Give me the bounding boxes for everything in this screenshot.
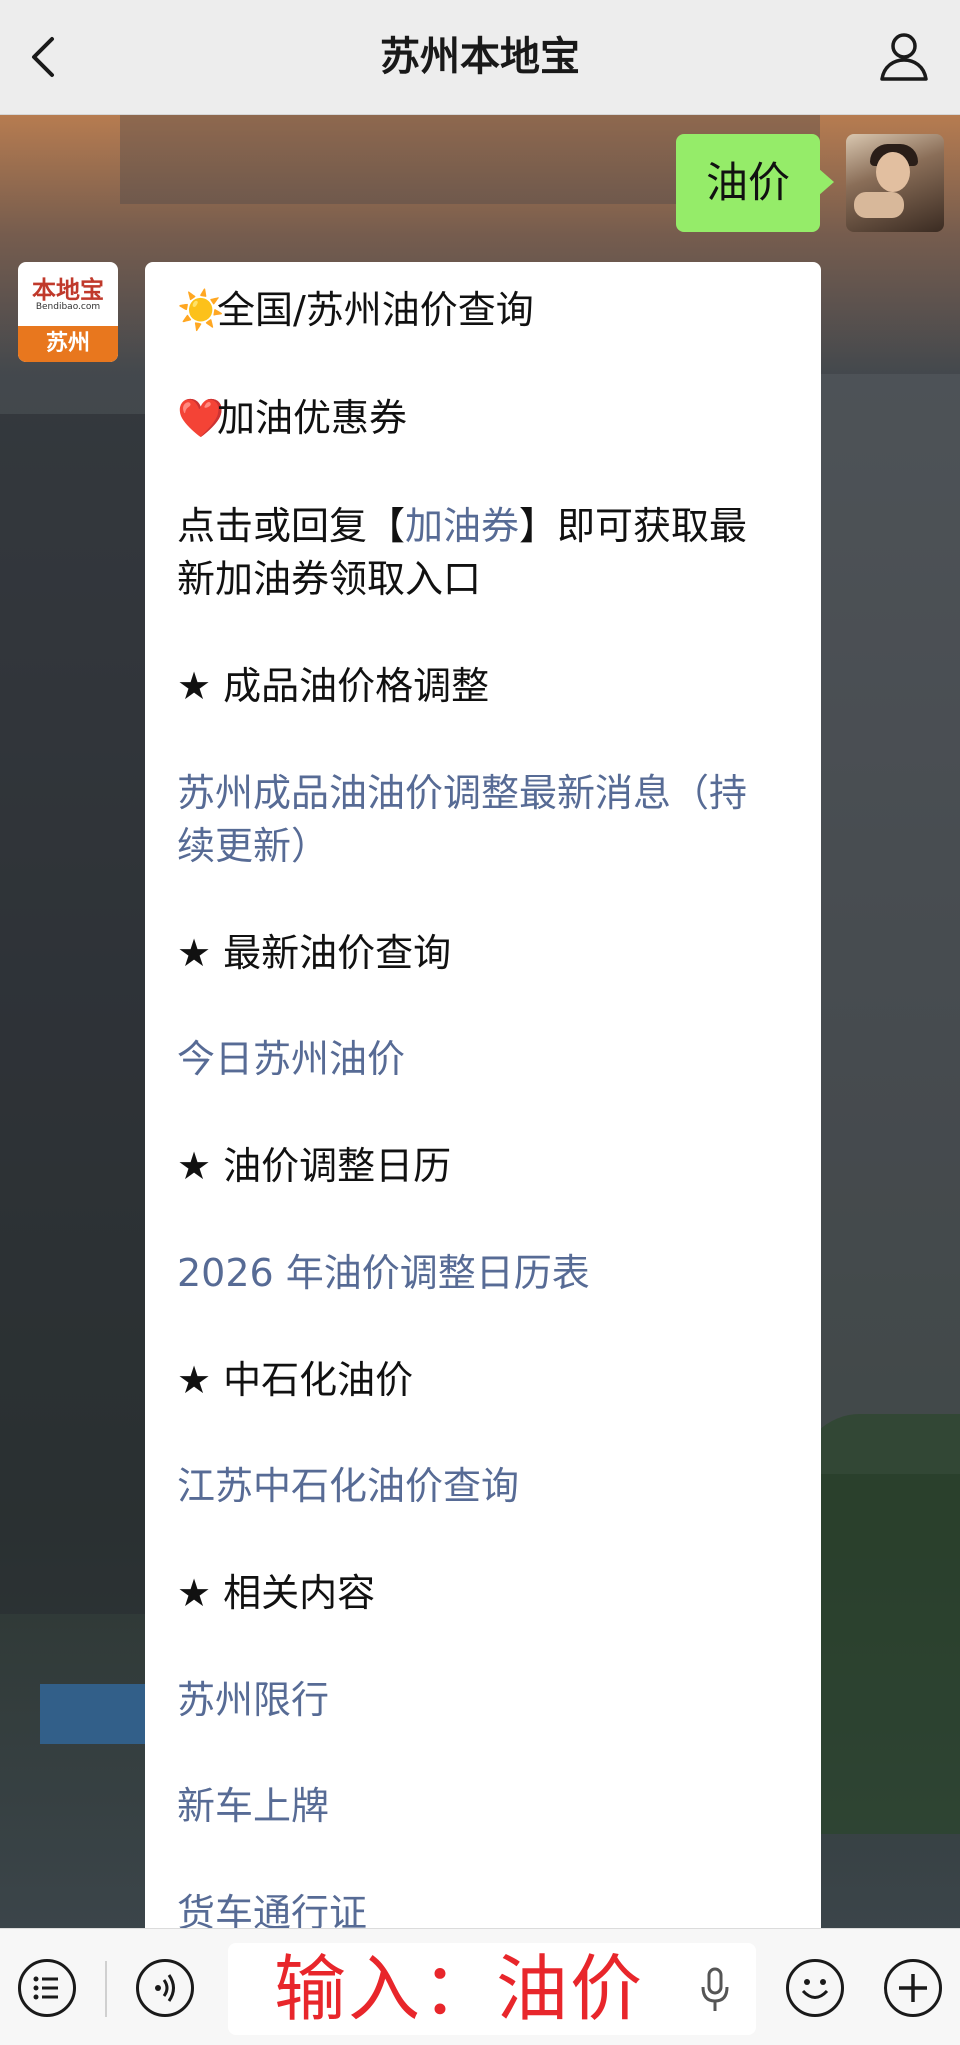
coupon-link[interactable]: 加油券 [405, 504, 519, 548]
user-icon[interactable] [878, 30, 930, 82]
bot-message-bubble: ☀️全国/苏州油价查询 ❤️加油优惠券 点击或回复【加油券】即可获取最 新加油券… [145, 262, 821, 1928]
sun-icon: ☀️ [177, 288, 225, 332]
link-today-price[interactable]: 今日苏州油价 [177, 1033, 797, 1086]
coupon-instruction-wrap: 新加油券领取入口 [177, 557, 482, 601]
emoji-icon[interactable] [786, 1959, 844, 2017]
input-overlay-text: 输入：油价 [274, 1947, 645, 2031]
list-menu-icon[interactable] [18, 1959, 76, 2017]
message-input[interactable]: 输入：油价 [228, 1943, 756, 2035]
bot-logo-brand: 本地宝 [32, 275, 104, 304]
user-message-text: 油价 [705, 158, 790, 207]
plus-icon[interactable] [884, 1959, 942, 2017]
link-price-adjust-news-wrap[interactable]: 续更新） [177, 820, 797, 873]
background-tree [800, 1414, 960, 1834]
background-sign [40, 1684, 150, 1744]
oil-price-query-item[interactable]: ☀️全国/苏州油价查询 [177, 284, 797, 337]
coupon-instruction-pre: 点击或回复【 [177, 504, 406, 548]
link-sinopec[interactable]: 江苏中石化油价查询 [177, 1460, 797, 1513]
coupon-instruction: 点击或回复【加油券】即可获取最 [177, 500, 797, 553]
input-bar: 输入：油价 [0, 1928, 960, 2045]
section-heading-related: ★ 相关内容 [177, 1571, 376, 1615]
bot-logo-url: Bendibao.com [35, 302, 101, 312]
chat-title: 苏州本地宝 [380, 34, 580, 80]
link-price-adjust-news[interactable]: 苏州成品油油价调整最新消息（持 [177, 767, 797, 820]
link-traffic-restriction[interactable]: 苏州限行 [177, 1674, 797, 1727]
coupon-instruction-post: 】即可获取最 [519, 504, 748, 548]
section-heading-sinopec: ★ 中石化油价 [177, 1358, 414, 1402]
link-calendar[interactable]: 2026 年油价调整日历表 [177, 1247, 797, 1300]
section-heading-price-adjust: ★ 成品油价格调整 [177, 664, 490, 708]
fuel-coupon-item[interactable]: ❤️加油优惠券 [177, 392, 797, 445]
oil-price-query-text: 全国/苏州油价查询 [217, 288, 534, 332]
avatar-hand [854, 192, 904, 218]
link-truck-permit[interactable]: 货车通行证 [177, 1887, 797, 1928]
bot-logo-city: 苏州 [18, 326, 118, 362]
voice-toggle-icon[interactable] [136, 1959, 194, 2017]
background-building [820, 374, 960, 1474]
microphone-icon[interactable] [700, 1967, 730, 2013]
top-nav-bar: 苏州本地宝 [0, 0, 960, 115]
heart-icon: ❤️ [177, 396, 225, 440]
avatar-face [876, 152, 910, 192]
section-heading-calendar: ★ 油价调整日历 [177, 1144, 452, 1188]
bot-avatar[interactable]: 本地宝 Bendibao.com 苏州 [18, 262, 118, 362]
input-bar-divider [105, 1961, 107, 2017]
fuel-coupon-text: 加油优惠券 [217, 396, 408, 440]
section-heading-latest-price: ★ 最新油价查询 [177, 931, 452, 975]
background-building [0, 414, 150, 1614]
link-new-car-plate[interactable]: 新车上牌 [177, 1780, 797, 1833]
user-message-bubble[interactable]: 油价 [676, 134, 834, 232]
user-avatar[interactable] [846, 134, 944, 232]
